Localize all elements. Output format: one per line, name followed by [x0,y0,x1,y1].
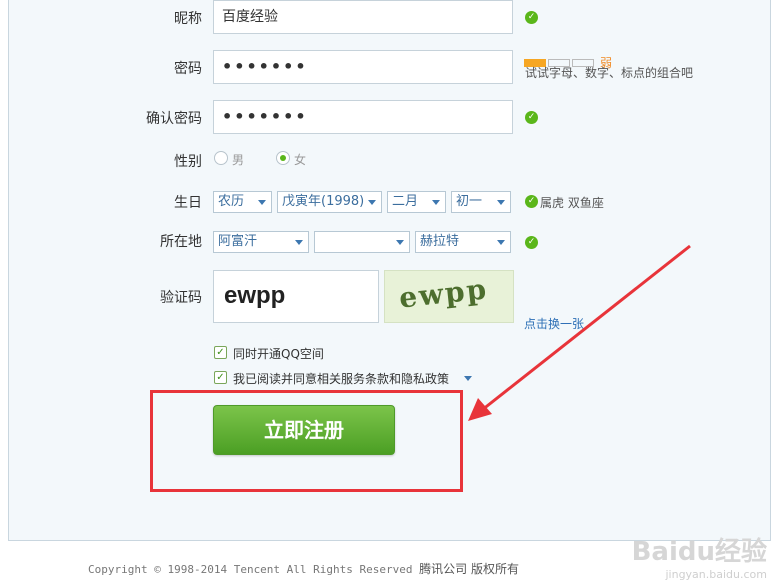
star-sign: 双鱼座 [567,196,604,210]
open-qzone-label: 同时开通QQ空间 [233,347,324,361]
chevron-down-icon [368,200,376,205]
country-value: 阿富汗 [218,234,258,249]
chevron-down-icon [497,240,505,245]
country-select[interactable]: 阿富汗 [213,231,309,253]
month-value: 二月 [392,194,419,209]
gender-male-radio[interactable] [214,151,228,165]
password-strength-meter: 弱 [524,52,614,70]
register-button[interactable]: 立即注册 [213,405,395,455]
password-input[interactable]: ••••••• [213,50,513,84]
refresh-captcha-link[interactable]: 点击换一张 [524,315,584,332]
chevron-down-icon [396,240,404,245]
chevron-down-icon [497,200,505,205]
captcha-image[interactable]: ewpp [384,270,514,323]
city-select[interactable]: 赫拉特 [415,231,511,253]
zodiac-text: 属虎 双鱼座 [540,194,604,211]
baidu-watermark: Baidu经验 jingyan.baidu.com [632,531,767,581]
nickname-valid-icon: ✓ [525,11,538,24]
gender-female-label: 女 [294,153,307,167]
calendar-value: 农历 [218,194,245,209]
company-text: 腾讯公司 版权所有 [419,562,519,576]
gender-female-radio[interactable] [276,151,290,165]
expand-terms-icon[interactable] [464,376,472,381]
watermark-brand: Baidu经验 [631,537,767,567]
day-value: 初一 [456,194,483,209]
confirm-valid-icon: ✓ [525,111,538,124]
captcha-input[interactable]: ewpp [213,270,379,323]
location-valid-icon: ✓ [525,236,538,249]
calendar-select[interactable]: 农历 [213,191,272,213]
footer: Copyright © 1998-2014 Tencent All Rights… [88,560,519,577]
year-value: 戊寅年(1998) [282,194,365,209]
agree-terms-label[interactable]: 我已阅读并同意相关服务条款和隐私政策 [233,370,449,387]
captcha-label: 验证码 [160,290,202,306]
province-select[interactable] [314,231,410,253]
confirm-password-input[interactable]: ••••••• [213,100,513,134]
month-select[interactable]: 二月 [387,191,446,213]
gender-male-label: 男 [232,153,245,167]
nickname-input[interactable]: 百度经验 [213,0,513,34]
watermark-url: jingyan.baidu.com [665,568,767,581]
year-select[interactable]: 戊寅年(1998) [277,191,382,213]
agree-terms-checkbox[interactable]: ✓ [214,371,227,384]
chevron-down-icon [295,240,303,245]
captcha-image-text: ewpp [397,272,490,315]
day-select[interactable]: 初一 [451,191,511,213]
gender-label: 性别 [174,154,202,170]
location-label: 所在地 [160,234,202,250]
chevron-down-icon [258,200,266,205]
birthday-valid-icon: ✓ [525,195,538,208]
open-qzone-checkbox[interactable]: ✓ [214,346,227,359]
confirm-password-label: 确认密码 [146,111,202,127]
nickname-label: 昵称 [174,11,202,27]
password-label: 密码 [174,61,202,77]
copyright-text: Copyright © 1998-2014 Tencent All Rights… [88,563,413,576]
city-value: 赫拉特 [420,234,460,249]
chinese-zodiac: 属虎 [540,196,565,210]
birthday-label: 生日 [174,195,202,211]
password-hint: 试试字母、数字、标点的组合吧 [525,66,694,80]
chevron-down-icon [432,200,440,205]
